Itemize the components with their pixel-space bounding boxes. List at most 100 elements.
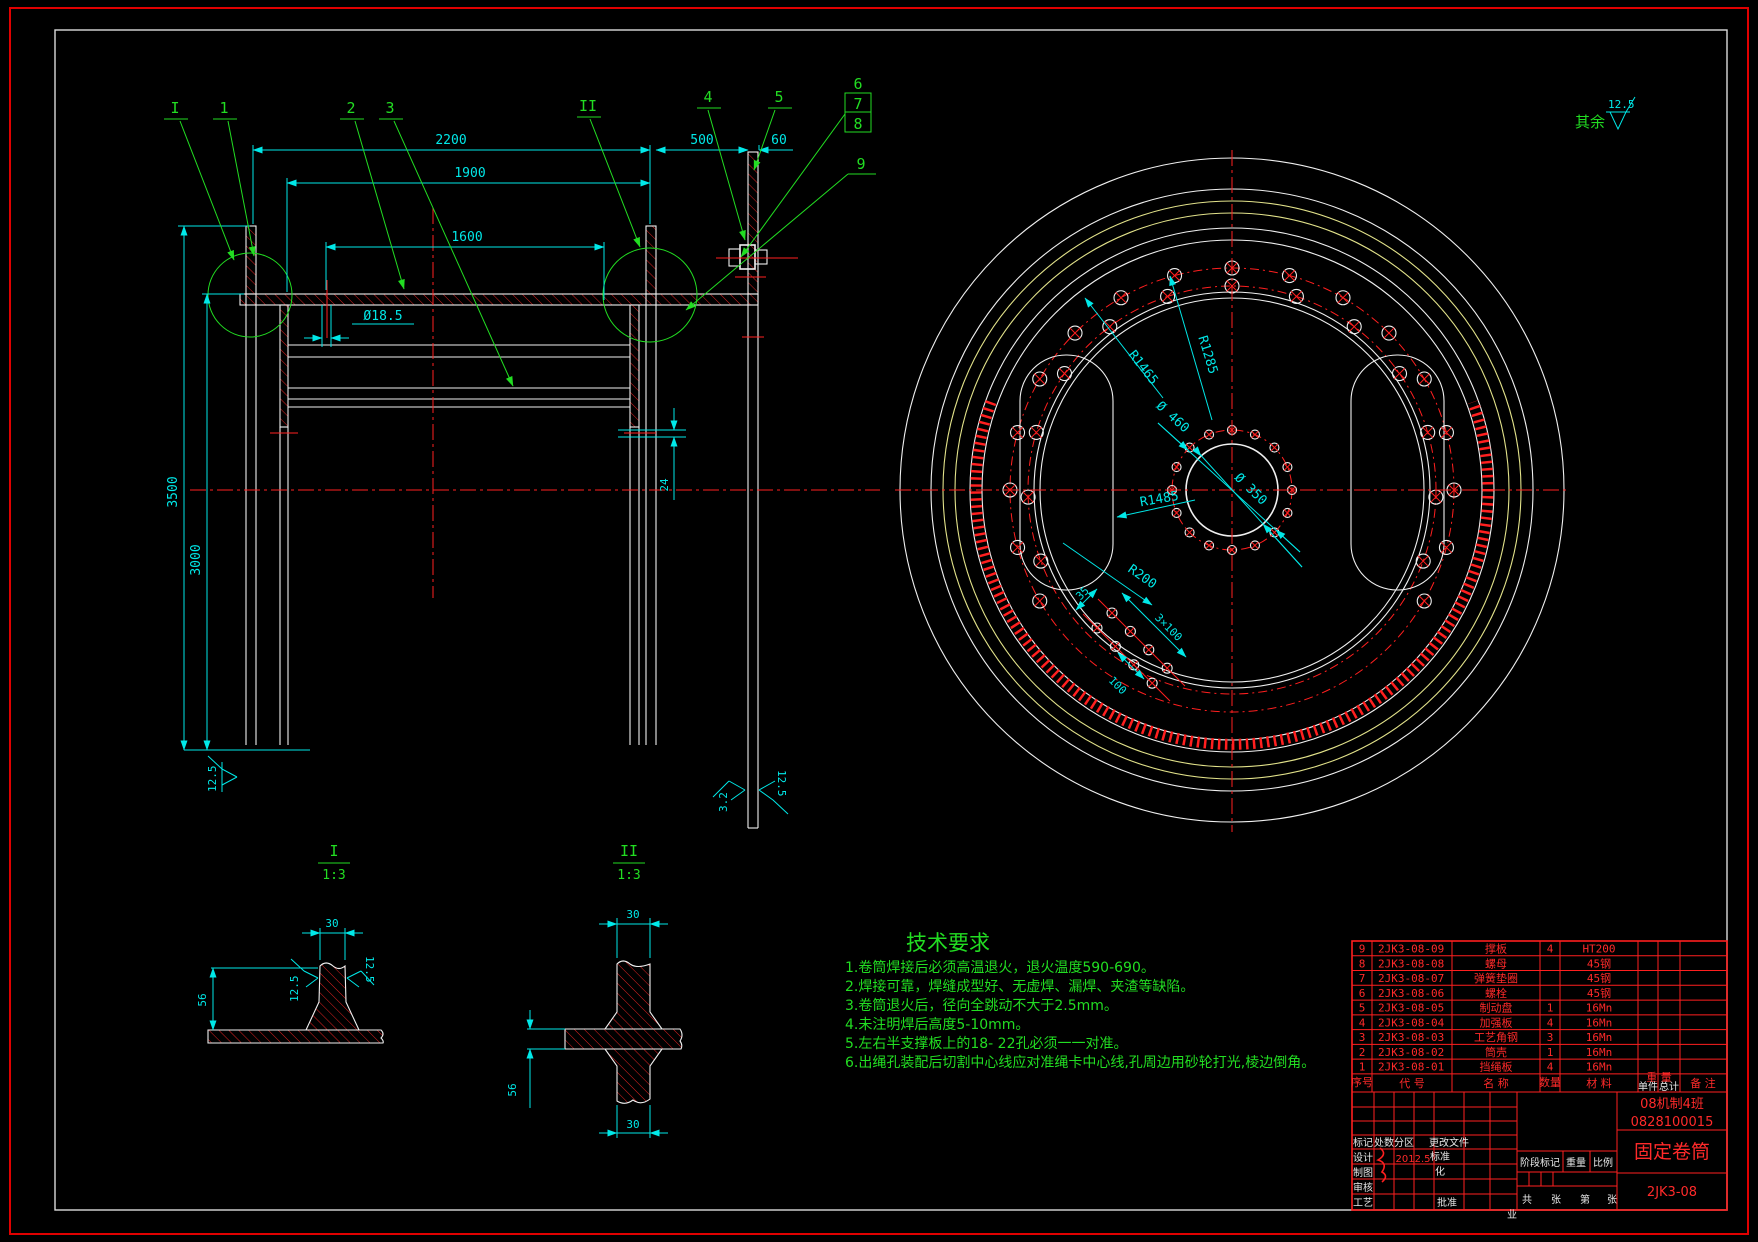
tb-change-doc: 更改文件 xyxy=(1429,1136,1469,1149)
right-disk-section xyxy=(630,305,639,427)
bom-cell-material: 45钢 xyxy=(1587,987,1611,1000)
bom-row: 82JK3-08-08螺母45钢 xyxy=(1359,957,1611,970)
tech-line-1: 1.卷筒焊接后必须高温退火，退火温度590-690。 xyxy=(845,959,1155,976)
bom-cell-no: 1 xyxy=(1359,1061,1366,1074)
bom-header-material: 材 料 xyxy=(1586,1076,1612,1090)
dim-2200: 2200 xyxy=(435,133,466,148)
tb-check: 审核 xyxy=(1353,1181,1373,1194)
dim-1600: 1600 xyxy=(451,230,482,245)
balloon-6: 6 xyxy=(853,75,862,93)
bom-cell-material: 45钢 xyxy=(1587,957,1611,970)
front-dimensions: 2200 1900 1600 500 60 Ø18.5 3500 3000 24 xyxy=(166,133,793,750)
tb-standard-2: 化 xyxy=(1435,1165,1445,1178)
bom-cell-name: 挡绳板 xyxy=(1480,1060,1513,1074)
balloon-3: 3 xyxy=(385,99,394,117)
bom-cell-name: 螺母 xyxy=(1485,957,1507,970)
tb-count: 处数 xyxy=(1374,1136,1394,1149)
detail-II-weld-piece-bottom xyxy=(605,1049,662,1103)
detail-I-base-plate xyxy=(208,1030,383,1043)
bom-row: 62JK3-08-06螺栓45钢 xyxy=(1359,986,1611,1000)
tb-stamp: 业 xyxy=(1507,1209,1517,1221)
circle-view: R1285 R1465 Ø 460 Ø 350 R1485 R200 35 3×… xyxy=(895,150,1570,832)
drum-shell-section xyxy=(240,294,758,305)
detail-II: II 1:3 30 30 56 xyxy=(506,842,682,1138)
bom-cell-code: 2JK3-08-06 xyxy=(1378,987,1444,1000)
tech-line-2: 2.焊接可靠，焊缝成型好、无虚焊、漏焊、夹渣等缺陷。 xyxy=(845,978,1194,995)
bom-cell-no: 3 xyxy=(1359,1031,1366,1044)
circle-dimensions: R1285 R1465 Ø 460 Ø 350 R1485 R200 35 3×… xyxy=(1063,276,1302,697)
detail-I-scale: 1:3 xyxy=(322,868,345,883)
bom-cell-code: 2JK3-08-01 xyxy=(1378,1061,1444,1074)
bom-cell-code: 2JK3-08-09 xyxy=(1378,943,1444,956)
detail-I-weld-piece xyxy=(306,963,359,1030)
bom-cell-name: 筒壳 xyxy=(1485,1045,1507,1059)
tb-weight: 重量 xyxy=(1566,1156,1586,1169)
dim-3000: 3000 xyxy=(189,544,204,575)
tb-drawing-no: 2JK3-08 xyxy=(1647,1185,1697,1200)
tb-mark: 标记 xyxy=(1353,1137,1373,1149)
balloon-7: 7 xyxy=(853,95,862,113)
bom-cell-name: 工艺角钢 xyxy=(1474,1031,1518,1044)
detail-I-surface-right: 12.5 xyxy=(363,956,376,983)
bom-table: 92JK3-08-09撑板4HT20082JK3-08-08螺母45钢72JK3… xyxy=(1351,941,1727,1210)
dim-100: 100 xyxy=(1106,674,1129,697)
tb-scale: 比例 xyxy=(1593,1156,1613,1169)
bom-header-name: 名 称 xyxy=(1483,1076,1509,1090)
bom-row: 22JK3-08-02筒壳116Mn xyxy=(1359,1045,1613,1059)
dim-r200: R200 xyxy=(1125,562,1159,592)
bom-cell-material: 16Mn xyxy=(1586,1046,1613,1059)
front-view: 2200 1900 1600 500 60 Ø18.5 3500 3000 24… xyxy=(164,75,880,828)
tb-approve: 批准 xyxy=(1437,1196,1457,1209)
tb-sheet-zhang2: 张 xyxy=(1607,1194,1617,1206)
detail-II-dim-30-bottom: 30 xyxy=(626,1118,639,1131)
bom-header-weight-total: 总计 xyxy=(1659,1080,1679,1093)
tb-student-id: 0828100015 xyxy=(1631,1115,1714,1130)
balloon-8: 8 xyxy=(853,115,862,133)
bom-row: 1 2JK3-08-01 挡绳板 4 16Mn xyxy=(1359,1060,1613,1074)
bom-header-weight-unit: 单件 xyxy=(1638,1081,1658,1093)
dim-hole-dia: Ø18.5 xyxy=(363,309,402,324)
balloon-4: 4 xyxy=(703,88,712,106)
dim-1900: 1900 xyxy=(454,166,485,181)
bom-cell-code: 2JK3-08-07 xyxy=(1378,972,1444,985)
balloon-section-I: I xyxy=(170,99,179,117)
bom-header-notes: 备 注 xyxy=(1690,1076,1716,1090)
detail-II-base-plate xyxy=(565,1029,682,1049)
bom-cell-no: 2 xyxy=(1359,1046,1366,1059)
detail-II-scale: 1:3 xyxy=(617,868,640,883)
bom-row: 72JK3-08-07弹簧垫圈45钢 xyxy=(1359,971,1611,985)
dim-d350: Ø 350 xyxy=(1231,470,1270,508)
bom-header-code: 代 号 xyxy=(1399,1077,1425,1090)
bom-cell-material: 16Mn xyxy=(1586,1061,1613,1074)
dim-24: 24 xyxy=(658,478,671,492)
tb-class-name: 08机制4班 xyxy=(1640,1097,1704,1112)
tb-sheet-total: 共 xyxy=(1522,1194,1532,1206)
left-support-section xyxy=(246,226,256,294)
tech-line-6: 6.出绳孔装配后切割中心线应对准绳卡中心线,孔周边用砂轮打光,棱边倒角。 xyxy=(845,1054,1315,1071)
bom-cell-qty: 1 xyxy=(1547,1046,1554,1059)
bom-cell-code: 2JK3-08-03 xyxy=(1378,1031,1444,1044)
bom-cell-qty: 3 xyxy=(1547,1031,1554,1044)
balloon-5: 5 xyxy=(774,88,783,106)
dim-60: 60 xyxy=(771,133,787,148)
bom-row: 52JK3-08-05制动盘116Mn xyxy=(1359,1001,1613,1015)
surface-value-bottom-left: 12.5 xyxy=(206,766,219,793)
tech-requirements: 技术要求 1.卷筒焊接后必须高温退火，退火温度590-690。 2.焊接可靠，焊… xyxy=(845,931,1315,1071)
bom-cell-qty: 4 xyxy=(1547,1061,1554,1074)
bom-cell-material: 45钢 xyxy=(1587,972,1611,985)
tb-standard-1: 标准 xyxy=(1430,1151,1450,1163)
detail-I-dim-56: 56 xyxy=(196,993,209,1006)
surface-note: 其余 12.5 xyxy=(1575,97,1635,131)
bom-cell-no: 6 xyxy=(1359,987,1366,1000)
tech-line-4: 4.未注明焊后高度5-10mm。 xyxy=(845,1016,1029,1033)
right-support-section xyxy=(646,226,656,294)
bom-cell-no: 9 xyxy=(1359,943,1366,956)
balloon-1: 1 xyxy=(219,99,228,117)
bom-header-no: 序号 xyxy=(1351,1075,1373,1089)
cad-drawing-canvas: 其余 12.5 2200 1900 1600 500 60 Ø18.5 3500… xyxy=(0,0,1758,1242)
bom-cell-code: 2JK3-08-08 xyxy=(1378,957,1444,970)
balloon-9: 9 xyxy=(856,155,865,173)
dim-r1465: R1465 xyxy=(1125,348,1161,388)
surface-note-label: 其余 xyxy=(1575,113,1605,131)
bom-row: 32JK3-08-03工艺角钢316Mn xyxy=(1359,1031,1613,1044)
